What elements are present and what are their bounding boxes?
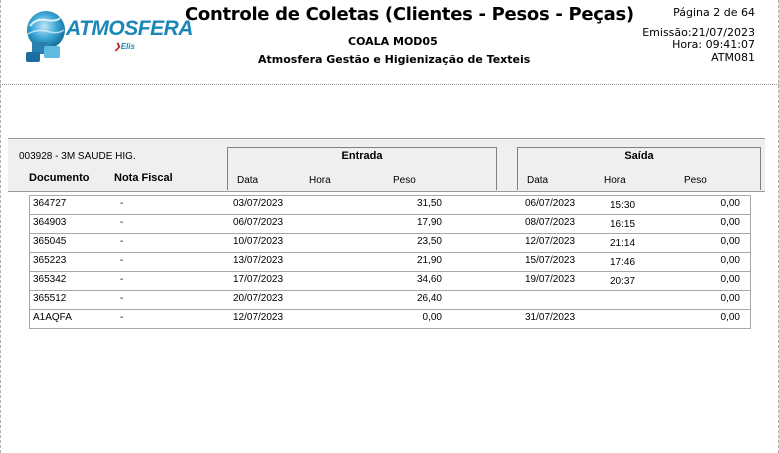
entrada-peso-cell: 34,60 (416, 274, 442, 285)
entrada-header-box: Entrada Data Hora Peso (227, 147, 497, 190)
documento-cell: 365342 (33, 274, 67, 285)
entrada-data-cell: 20/07/2023 (233, 293, 284, 304)
saida-peso-header: Peso (684, 175, 707, 186)
saida-peso-cell: 0,00 (720, 236, 740, 247)
elis-label: Elis (120, 42, 135, 51)
saida-hora-cell: 15:30 (610, 200, 636, 211)
documento-cell: 365512 (33, 293, 67, 304)
report-title: Controle de Coletas (Clientes - Pesos - … (185, 4, 634, 25)
entrada-hora-header: Hora (309, 175, 331, 186)
column-header-documento: Documento (29, 172, 90, 184)
entrada-data-cell: 13/07/2023 (233, 255, 284, 266)
entrada-data-cell: 10/07/2023 (233, 236, 284, 247)
emission-time: Hora: 09:41:07 (672, 38, 755, 51)
documento-cell: 365223 (33, 255, 67, 266)
documento-cell: 365045 (33, 236, 67, 247)
nota-fiscal-cell: - (120, 217, 124, 228)
elis-logo: ❯Elis (114, 42, 135, 51)
nota-fiscal-cell: - (120, 312, 124, 323)
table-row: A1AQFA - 12/07/2023 0,00 31/07/2023 0,00 (29, 310, 751, 329)
saida-hora-cell: 20:37 (610, 276, 636, 287)
entrada-peso-cell: 0,00 (422, 312, 442, 323)
saida-title: Saída (624, 150, 654, 162)
table-row: 364903 - 06/07/2023 17,90 08/07/2023 16:… (29, 215, 751, 234)
saida-hora-header: Hora (604, 175, 626, 186)
atmosfera-logo-icon (26, 11, 65, 62)
table-row: 365342 - 17/07/2023 34,60 19/07/2023 20:… (29, 272, 751, 291)
logo-brand-text: ATMOSFERA (66, 17, 193, 40)
page-border-left (0, 0, 1, 453)
collection-table: 364727 - 03/07/2023 31,50 06/07/2023 15:… (29, 195, 751, 329)
entrada-data-cell: 06/07/2023 (233, 217, 284, 228)
client-name: 003928 - 3M SAUDE HIG. (19, 151, 136, 162)
saida-data-cell: 15/07/2023 (525, 255, 576, 266)
entrada-peso-cell: 21,90 (416, 255, 442, 266)
entrada-data-header: Data (237, 175, 259, 186)
saida-hora-cell: 17:46 (610, 257, 636, 268)
table-row: 364727 - 03/07/2023 31,50 06/07/2023 15:… (29, 195, 751, 215)
saida-peso-cell: 0,00 (720, 217, 740, 228)
table-row: 365223 - 13/07/2023 21,90 15/07/2023 17:… (29, 253, 751, 272)
saida-data-cell: 19/07/2023 (525, 274, 576, 285)
entrada-peso-cell: 26,40 (416, 293, 442, 304)
report-subtitle-model: COALA MOD05 (348, 35, 438, 48)
entrada-data-cell: 12/07/2023 (233, 312, 284, 323)
saida-data-cell: 31/07/2023 (525, 312, 576, 323)
entrada-peso-cell: 23,50 (416, 236, 442, 247)
report-subtitle-company: Atmosfera Gestão e Higienização de Texte… (258, 53, 531, 66)
documento-cell: 364903 (33, 217, 67, 228)
saida-data-cell: 12/07/2023 (525, 236, 576, 247)
saida-peso-cell: 0,00 (720, 293, 740, 304)
company-logo: ATMOSFERA ❯Elis (22, 8, 193, 68)
nota-fiscal-cell: - (120, 255, 124, 266)
saida-data-header: Data (527, 175, 549, 186)
documento-cell: A1AQFA (33, 312, 72, 323)
nota-fiscal-cell: - (120, 236, 124, 247)
documento-cell: 364727 (33, 198, 67, 209)
entrada-data-cell: 03/07/2023 (233, 198, 284, 209)
entrada-data-cell: 17/07/2023 (233, 274, 284, 285)
saida-peso-cell: 0,00 (720, 198, 740, 209)
group-header: 003928 - 3M SAUDE HIG. Documento Nota Fi… (8, 138, 765, 192)
column-header-nota-fiscal: Nota Fiscal (114, 172, 173, 184)
table-row: 365512 - 20/07/2023 26,40 0,00 (29, 291, 751, 310)
header-separator (0, 84, 779, 85)
saida-data-cell: 08/07/2023 (525, 217, 576, 228)
report-code: ATM081 (711, 51, 755, 64)
page-number: Página 2 de 64 (673, 6, 755, 19)
saida-peso-cell: 0,00 (720, 312, 740, 323)
saida-peso-cell: 0,00 (720, 255, 740, 266)
entrada-peso-cell: 17,90 (416, 217, 442, 228)
entrada-title: Entrada (341, 150, 383, 162)
table-row: 365045 - 10/07/2023 23,50 12/07/2023 21:… (29, 234, 751, 253)
saida-hora-cell: 16:15 (610, 219, 636, 230)
saida-data-cell: 06/07/2023 (525, 198, 576, 209)
nota-fiscal-cell: - (120, 274, 124, 285)
saida-peso-cell: 0,00 (720, 274, 740, 285)
saida-hora-cell: 21:14 (610, 238, 636, 249)
nota-fiscal-cell: - (120, 293, 124, 304)
saida-header-box: Saída Data Hora Peso (517, 147, 761, 190)
entrada-peso-cell: 31,50 (416, 198, 442, 209)
nota-fiscal-cell: - (120, 198, 124, 209)
entrada-peso-header: Peso (393, 175, 416, 186)
